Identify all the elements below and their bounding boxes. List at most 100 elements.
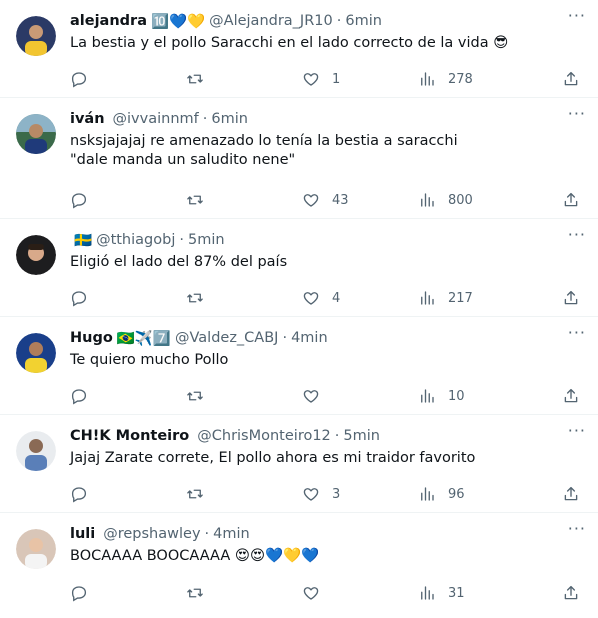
like-count: 3 (332, 486, 341, 502)
avatar[interactable] (16, 333, 56, 373)
views-button[interactable]: 217 (418, 289, 554, 307)
avatar[interactable] (16, 235, 56, 275)
reply-button[interactable] (70, 485, 186, 503)
tweet-text: Eligió el lado del 87% del país (70, 253, 586, 272)
tweet-text-line: BOCAAAA BOOCAAAA 😍😍💙💛💙 (70, 548, 320, 564)
display-name[interactable]: luli (70, 526, 95, 542)
action-bar: 43 800 (70, 190, 586, 210)
reply-icon (71, 193, 87, 209)
views-icon (421, 72, 434, 86)
user-handle[interactable]: @tthiagobj (96, 232, 175, 248)
views-button[interactable]: 10 (418, 387, 554, 405)
more-options-icon[interactable]: ··· (568, 521, 586, 537)
timestamp[interactable]: 6min (211, 111, 248, 127)
share-button[interactable] (562, 387, 580, 405)
reply-button[interactable] (70, 191, 186, 209)
views-count: 217 (448, 290, 473, 306)
share-icon (564, 192, 578, 207)
views-count: 800 (448, 192, 473, 208)
views-count: 278 (448, 71, 473, 87)
reply-button[interactable] (70, 387, 186, 405)
tweet-text-line: "dale manda un saludito nene" (70, 152, 296, 168)
avatar[interactable] (16, 431, 56, 471)
retweet-icon (187, 391, 203, 401)
action-bar: 10 (70, 386, 586, 406)
views-button[interactable]: 800 (418, 191, 554, 209)
share-icon (564, 290, 578, 305)
retweet-icon (187, 293, 203, 303)
views-button[interactable]: 96 (418, 485, 554, 503)
views-icon (421, 586, 434, 600)
timestamp[interactable]: 6min (345, 13, 382, 29)
display-name[interactable]: CH!K Monteiro (70, 428, 189, 444)
display-name[interactable]: alejandra (70, 13, 147, 29)
tweet[interactable]: alejandra 🔟💙💛 @Alejandra_JR10 · 6min La … (0, 0, 598, 98)
more-options-icon[interactable]: ··· (568, 325, 586, 341)
retweet-button[interactable] (186, 289, 302, 307)
share-button[interactable] (562, 191, 580, 209)
share-button[interactable] (562, 584, 580, 602)
user-handle[interactable]: @repshawley (103, 526, 200, 542)
like-button[interactable]: 1 (302, 70, 418, 88)
tweet[interactable]: Hugo 🇧🇷✈️7️⃣ @Valdez_CABJ · 4min Te quie… (0, 317, 598, 415)
like-count: 43 (332, 192, 349, 208)
display-name[interactable]: Hugo (70, 330, 113, 346)
display-name[interactable]: iván (70, 111, 105, 127)
like-button[interactable] (302, 584, 418, 602)
reply-button[interactable] (70, 70, 186, 88)
views-count: 31 (448, 585, 465, 601)
timestamp[interactable]: 5min (188, 232, 225, 248)
reply-button[interactable] (70, 584, 186, 602)
share-button[interactable] (562, 485, 580, 503)
user-handle[interactable]: @ChrisMonteiro12 (197, 428, 331, 444)
views-button[interactable]: 31 (418, 584, 554, 602)
tweet[interactable]: CH!K Monteiro @ChrisMonteiro12 · 5min Ja… (0, 415, 598, 513)
more-options-icon[interactable]: ··· (568, 227, 586, 243)
user-handle[interactable]: @ivvainnmf (113, 111, 199, 127)
retweet-icon (187, 588, 203, 598)
views-count: 10 (448, 388, 465, 404)
separator: · (204, 526, 210, 542)
retweet-button[interactable] (186, 584, 302, 602)
timestamp[interactable]: 4min (213, 526, 250, 542)
tweet-text: Jajaj Zarate correte, El pollo ahora es … (70, 449, 586, 468)
more-options-icon[interactable]: ··· (568, 8, 586, 24)
action-bar: 1 278 (70, 69, 586, 89)
tweet-text-line: Jajaj Zarate correte, El pollo ahora es … (70, 450, 476, 466)
avatar[interactable] (16, 16, 56, 56)
retweet-button[interactable] (186, 485, 302, 503)
share-button[interactable] (562, 289, 580, 307)
retweet-button[interactable] (186, 70, 302, 88)
tweet[interactable]: luli @repshawley · 4min BOCAAAA BOOCAAAA… (0, 513, 598, 611)
reply-button[interactable] (70, 289, 186, 307)
like-button[interactable]: 4 (302, 289, 418, 307)
tweet[interactable]: iván @ivvainnmf · 6min nsksjajajaj re am… (0, 98, 598, 219)
user-handle[interactable]: @Alejandra_JR10 (209, 13, 333, 29)
tweet-text: Te quiero mucho Pollo (70, 351, 586, 370)
action-bar: 4 217 (70, 288, 586, 308)
separator: · (336, 13, 342, 29)
action-bar: 3 96 (70, 484, 586, 504)
reply-icon (71, 389, 87, 405)
timestamp[interactable]: 5min (343, 428, 380, 444)
user-handle[interactable]: @Valdez_CABJ (175, 330, 278, 346)
avatar[interactable] (16, 529, 56, 569)
timestamp[interactable]: 4min (291, 330, 328, 346)
views-icon (421, 389, 434, 403)
like-button[interactable]: 43 (302, 191, 418, 209)
share-button[interactable] (562, 70, 580, 88)
name-badges: 🔟💙💛 (150, 13, 206, 30)
more-options-icon[interactable]: ··· (568, 423, 586, 439)
share-icon (564, 388, 578, 403)
avatar[interactable] (16, 114, 56, 154)
like-button[interactable] (302, 387, 418, 405)
tweet[interactable]: 🇸🇪 @tthiagobj · 5min Eligió el lado del … (0, 219, 598, 317)
retweet-button[interactable] (186, 387, 302, 405)
like-button[interactable]: 3 (302, 485, 418, 503)
views-button[interactable]: 278 (418, 70, 554, 88)
heart-icon (303, 194, 319, 207)
retweet-button[interactable] (186, 191, 302, 209)
share-icon (564, 71, 578, 86)
tweet-text: La bestia y el pollo Saracchi en el lado… (70, 34, 586, 53)
more-options-icon[interactable]: ··· (568, 106, 586, 122)
